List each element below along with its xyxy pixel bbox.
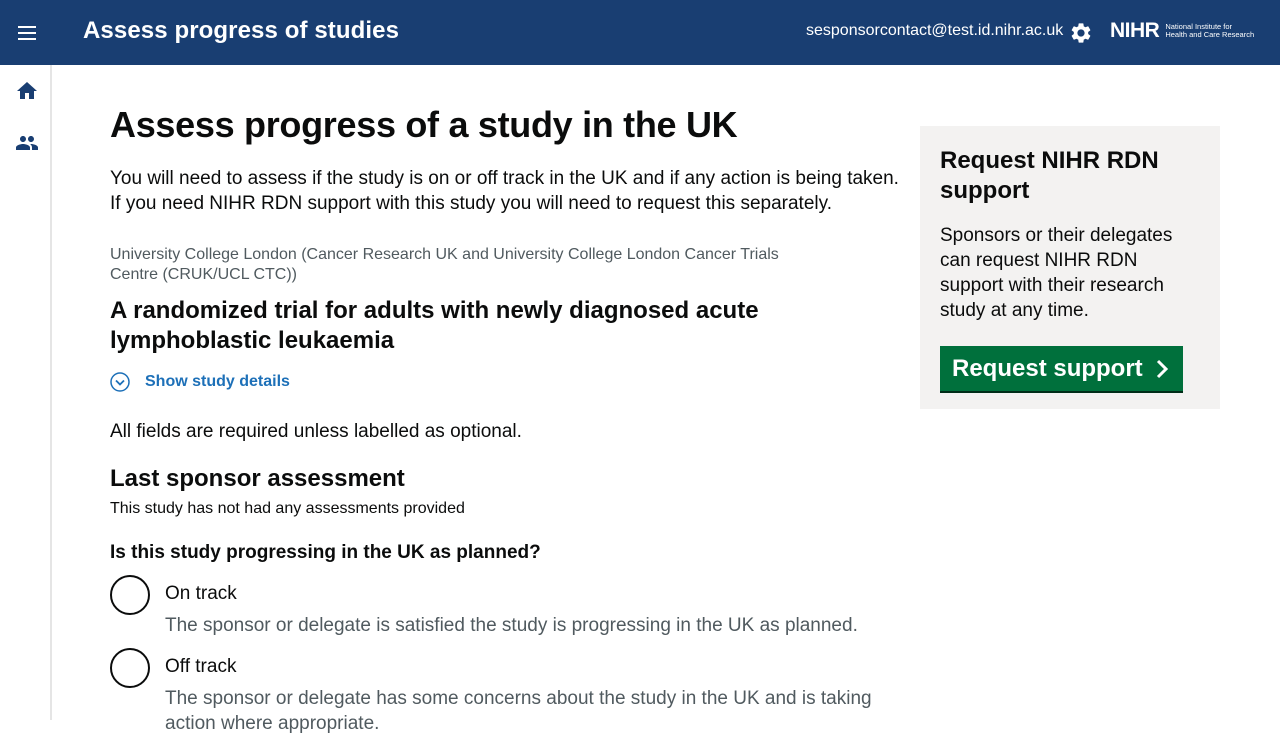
- radio-hint-off-track: The sponsor or delegate has some concern…: [165, 688, 872, 734]
- show-study-details-toggle[interactable]: Show study details: [110, 372, 290, 392]
- gear-icon[interactable]: [1069, 21, 1093, 45]
- study-title: A randomized trial for adults with newly…: [110, 297, 759, 354]
- users-icon[interactable]: [15, 131, 39, 155]
- radio-label-off-track[interactable]: Off track: [165, 656, 236, 678]
- menu-icon[interactable]: [15, 22, 39, 44]
- organisation-name: University College London (Cancer Resear…: [110, 246, 779, 283]
- top-header: Assess progress of studies sesponsorcont…: [0, 0, 1280, 65]
- home-icon[interactable]: [15, 79, 39, 103]
- required-fields-note: All fields are required unless labelled …: [110, 421, 522, 442]
- radio-hint-on-track: The sponsor or delegate is satisfied the…: [165, 615, 858, 636]
- radio-button-off-track[interactable]: [110, 648, 150, 688]
- request-support-button-label: Request support: [952, 354, 1143, 382]
- request-support-body: Sponsors or their delegates can request …: [940, 225, 1173, 321]
- chevron-right-icon: [1156, 359, 1168, 378]
- show-study-details-label: Show study details: [145, 373, 290, 390]
- request-support-button[interactable]: Request support: [940, 346, 1183, 391]
- radio-button-on-track[interactable]: [110, 575, 150, 615]
- app-title: Assess progress of studies: [83, 17, 400, 44]
- last-assessment-heading: Last sponsor assessment: [110, 465, 405, 492]
- user-email: sesponsorcontact@test.id.nihr.ac.uk: [806, 22, 1064, 39]
- chevron-down-circle-icon: [110, 372, 130, 392]
- request-support-heading: Request NIHR RDN support: [940, 147, 1159, 204]
- no-assessments-text: This study has not had any assessments p…: [110, 500, 465, 517]
- side-navigation: [0, 65, 52, 720]
- radio-label-on-track[interactable]: On track: [165, 583, 237, 605]
- nihr-logo[interactable]: NIHR National Institute for Health and C…: [1110, 19, 1263, 43]
- logo-mark: NIHR: [1110, 19, 1160, 42]
- intro-text: You will need to assess if the study is …: [110, 168, 899, 214]
- logo-line-2: Health and Care Research: [1165, 30, 1255, 39]
- request-support-panel: Request NIHR RDN support Sponsors or the…: [920, 126, 1220, 409]
- progress-question: Is this study progressing in the UK as p…: [110, 542, 541, 563]
- logo-fullname: National Institute for Health and Care R…: [1165, 22, 1263, 40]
- page-title: Assess progress of a study in the UK: [110, 104, 738, 145]
